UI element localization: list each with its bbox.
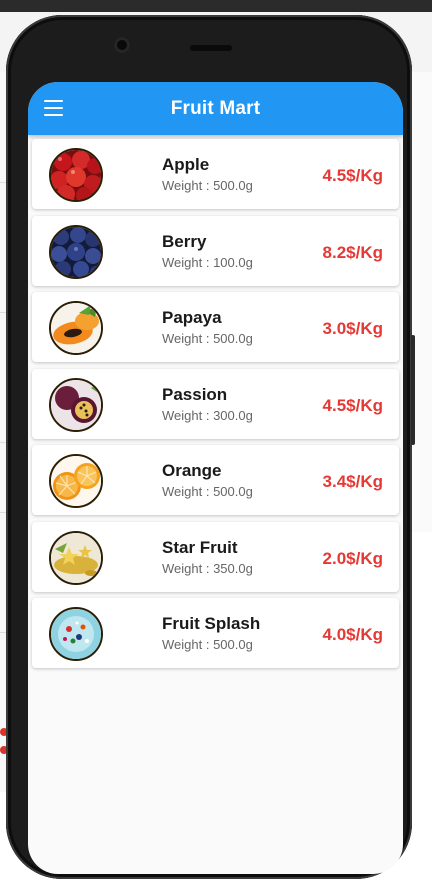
fruit-weight: Weight : 500.0g (162, 331, 253, 346)
fruit-weight: Weight : 300.0g (162, 408, 253, 423)
weight-value: 100.0g (213, 255, 253, 270)
fruit-weight: Weight : 500.0g (162, 178, 253, 193)
fruit-weight: Weight : 100.0g (162, 255, 253, 270)
weight-label: Weight : (162, 637, 214, 652)
fruit-name: Apple (162, 155, 210, 174)
earpiece-speaker (190, 45, 232, 51)
blueberry-photo (49, 225, 103, 279)
fruit-price: 4.5$/Kg (322, 166, 383, 185)
fruit-card-berry[interactable]: Berry Weight : 100.0g 8.2$/Kg (32, 216, 399, 286)
weight-label: Weight : (162, 178, 214, 193)
fruit-splash-photo (49, 607, 103, 661)
passion-fruit-photo (49, 378, 103, 432)
weight-label: Weight : (162, 561, 214, 576)
fruit-weight: Weight : 350.0g (162, 561, 253, 576)
fruit-name: Passion (162, 385, 228, 404)
app-title: Fruit Mart (170, 98, 261, 119)
fruit-card-star-fruit[interactable]: Star Fruit Weight : 350.0g 2.0$/Kg (32, 522, 399, 592)
weight-value: 500.0g (213, 331, 253, 346)
app-bar: Fruit Mart (28, 82, 403, 135)
front-camera (114, 37, 130, 53)
fruit-price: 4.5$/Kg (322, 396, 383, 415)
weight-label: Weight : (162, 331, 214, 346)
fruit-weight: Weight : 500.0g (162, 637, 253, 652)
star-fruit-photo (49, 531, 103, 585)
weight-label: Weight : (162, 408, 214, 423)
fruit-card-orange[interactable]: Orange Weight : 500.0g 3.4$/Kg (32, 445, 399, 515)
fruit-card-apple[interactable]: Apple Weight : 500.0g 4.5$/Kg (32, 139, 399, 209)
volume-button[interactable] (411, 335, 415, 445)
apple-photo (49, 148, 103, 202)
fruit-card-fruit-splash[interactable]: Fruit Splash Weight : 500.0g 4.0$/Kg (32, 598, 399, 668)
weight-label: Weight : (162, 484, 214, 499)
fruit-name: Star Fruit (162, 538, 238, 557)
orange-photo (49, 454, 103, 508)
desktop-titlebar (0, 0, 432, 12)
fruit-card-passion[interactable]: Passion Weight : 300.0g 4.5$/Kg (32, 369, 399, 439)
phone-frame: Fruit Mart Apple Weight : 500.0g 4.5$/Kg (6, 15, 415, 879)
desktop-right-panel (410, 72, 432, 532)
weight-value: 300.0g (213, 408, 253, 423)
fruit-price: 8.2$/Kg (322, 243, 383, 262)
weight-label: Weight : (162, 255, 214, 270)
weight-value: 500.0g (213, 178, 253, 193)
app-screen: Fruit Mart Apple Weight : 500.0g 4.5$/Kg (28, 82, 403, 874)
weight-value: 500.0g (213, 637, 253, 652)
papaya-photo (49, 301, 103, 355)
weight-value: 350.0g (213, 561, 253, 576)
fruit-weight: Weight : 500.0g (162, 484, 253, 499)
fruit-name: Fruit Splash (162, 614, 261, 633)
fruit-name: Orange (162, 461, 222, 480)
weight-value: 500.0g (213, 484, 253, 499)
fruit-price: 3.4$/Kg (322, 472, 383, 491)
fruit-price: 3.0$/Kg (322, 319, 383, 338)
fruit-price: 2.0$/Kg (322, 549, 383, 568)
fruit-name: Papaya (162, 308, 222, 327)
fruit-price: 4.0$/Kg (322, 625, 383, 644)
fruit-card-papaya[interactable]: Papaya Weight : 500.0g 3.0$/Kg (32, 292, 399, 362)
fruit-name: Berry (162, 232, 207, 251)
